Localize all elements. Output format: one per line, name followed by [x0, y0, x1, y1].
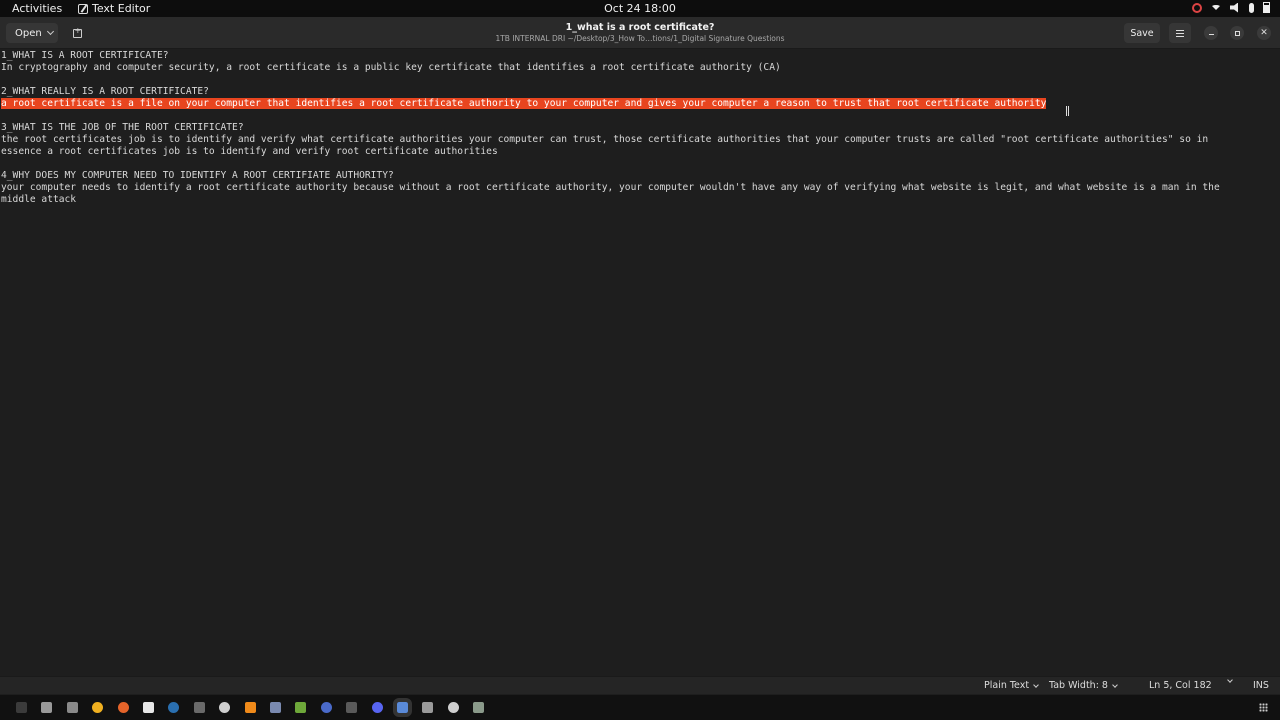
text-line-selected[interactable]: a root certificate is a file on your com…: [1, 98, 1047, 110]
text-line[interactable]: essence a root certificates job is to id…: [1, 146, 498, 158]
disc-icon[interactable]: [447, 702, 459, 713]
system-tray[interactable]: [1192, 2, 1270, 13]
language-label: Plain Text: [984, 680, 1030, 691]
document-icon[interactable]: [422, 702, 434, 713]
chat-icon[interactable]: [371, 702, 383, 713]
chevron-down-icon: [1033, 681, 1039, 688]
chevron-down-icon: [1227, 677, 1233, 683]
close-button[interactable]: ✕: [1257, 26, 1271, 40]
language-selector[interactable]: Plain Text: [984, 680, 1039, 691]
battery-icon[interactable]: [1263, 2, 1270, 13]
terminal-icon[interactable]: [16, 702, 27, 713]
text-line[interactable]: the root certificates job is to identify…: [1, 134, 1208, 146]
text-editor-icon[interactable]: [393, 698, 412, 717]
taskbar: [0, 695, 1280, 720]
app-window-icon[interactable]: [346, 702, 358, 713]
update-icon[interactable]: [1192, 2, 1202, 13]
text-editor-area[interactable]: 1_WHAT IS A ROOT CERTIFICATE? In cryptog…: [0, 50, 1280, 676]
app-green-icon[interactable]: [295, 702, 307, 713]
app-blue-circle-icon[interactable]: [320, 702, 332, 713]
text-line[interactable]: 2_WHAT REALLY IS A ROOT CERTIFICATE?: [1, 86, 209, 98]
chrome-icon[interactable]: [92, 702, 104, 713]
app-circle-icon[interactable]: [219, 702, 231, 713]
document-title: 1_what is a root certificate?: [565, 22, 715, 33]
hamburger-icon: [1176, 29, 1184, 37]
app-hex-icon[interactable]: [143, 702, 154, 713]
text-line[interactable]: 1_WHAT IS A ROOT CERTIFICATE?: [1, 50, 169, 62]
notes-icon[interactable]: [473, 702, 485, 713]
files-icon[interactable]: [66, 702, 78, 713]
cursor-position-selector[interactable]: Ln 5, Col 182: [1149, 680, 1212, 691]
chevron-down-icon: [1112, 681, 1118, 688]
show-apps-icon[interactable]: [1259, 703, 1268, 712]
text-line[interactable]: 4_WHY DOES MY COMPUTER NEED TO IDENTIFY …: [1, 170, 394, 182]
clock[interactable]: Oct 24 18:00: [0, 2, 1280, 15]
vlc-icon[interactable]: [244, 702, 256, 713]
mouse-ibeam-cursor: [1066, 106, 1069, 116]
minimize-button[interactable]: [1204, 26, 1218, 40]
text-line[interactable]: 3_WHAT IS THE JOB OF THE ROOT CERTIFICAT…: [1, 122, 244, 134]
save-button[interactable]: Save: [1124, 23, 1160, 43]
app-bird-icon[interactable]: [270, 702, 281, 713]
maximize-icon: [1234, 30, 1240, 36]
tab-width-label: Tab Width: 8: [1049, 680, 1108, 691]
firefox-icon[interactable]: [117, 702, 129, 713]
wifi-icon[interactable]: [1211, 5, 1221, 10]
close-icon: ✕: [1260, 27, 1268, 38]
app-gray-icon[interactable]: [193, 702, 205, 713]
insert-mode-indicator[interactable]: INS: [1253, 680, 1269, 691]
status-chevron[interactable]: [1227, 677, 1233, 683]
status-bar: Plain Text Tab Width: 8 Ln 5, Col 182 IN…: [0, 676, 1280, 694]
window-title: 1_what is a root certificate? 1TB INTERN…: [0, 22, 1280, 44]
text-line[interactable]: your computer needs to identify a root c…: [1, 182, 1220, 194]
document-path: 1TB INTERNAL DRI ~/Desktop/3_How To…tion…: [495, 34, 785, 43]
volume-icon[interactable]: [1230, 2, 1238, 13]
microphone-icon[interactable]: [1249, 2, 1254, 13]
cursor-position-label: Ln 5, Col 182: [1149, 680, 1212, 691]
text-line[interactable]: middle attack: [1, 194, 76, 206]
system-top-bar: Activities Text Editor Oct 24 18:00: [0, 0, 1280, 17]
text-files-icon[interactable]: [41, 702, 53, 713]
text-selection[interactable]: a root certificate is a file on your com…: [1, 98, 1047, 109]
text-line[interactable]: In cryptography and computer security, a…: [1, 62, 781, 74]
minimize-icon: [1208, 34, 1214, 35]
tab-width-selector[interactable]: Tab Width: 8: [1049, 680, 1118, 691]
steam-icon[interactable]: [168, 702, 180, 713]
insert-mode-label: INS: [1253, 680, 1269, 691]
maximize-button[interactable]: [1230, 26, 1244, 40]
main-menu-button[interactable]: [1169, 23, 1191, 43]
header-bar: Open 1_what is a root certificate? 1TB I…: [0, 17, 1280, 49]
